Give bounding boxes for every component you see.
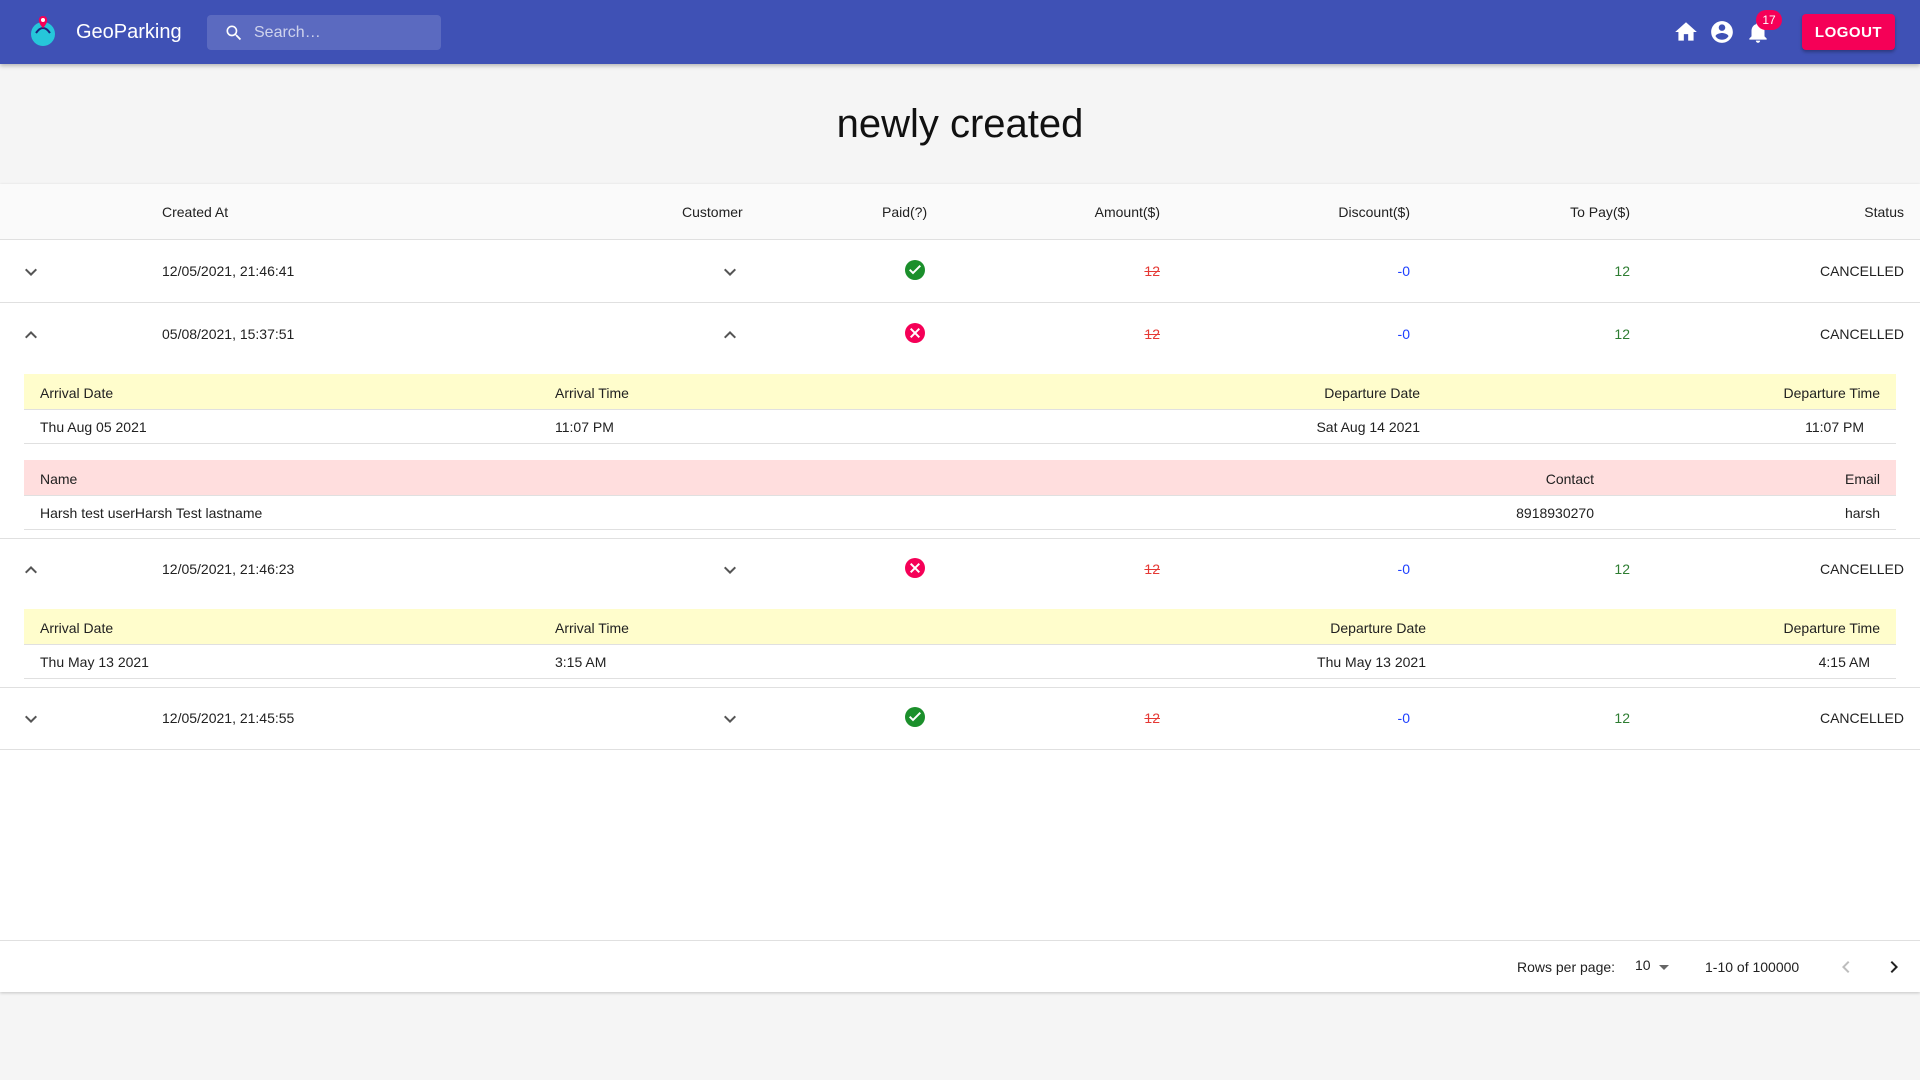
column-header-customer[interactable]: Customer (682, 202, 743, 222)
to-pay-cell: 12 (1614, 561, 1630, 577)
email-header: Email (1844, 471, 1880, 487)
discount-cell: -0 (1397, 263, 1410, 279)
page-title: newly created (836, 102, 1084, 146)
created-at-cell: 12/05/2021, 21:46:41 (162, 263, 295, 279)
column-header-to-pay[interactable]: To Pay($) (1530, 202, 1630, 222)
departure-time-header: Departure Time (1783, 620, 1880, 636)
home-icon[interactable] (1673, 19, 1699, 45)
customer-name-value: Harsh test userHarsh Test lastname (40, 505, 263, 521)
customer-details-table: Name Contact Email Harsh test userHarsh … (24, 460, 1896, 530)
expand-row-chevron-down-icon[interactable] (19, 707, 43, 731)
rows-per-page-value: 10 (1635, 957, 1651, 973)
collapse-row-chevron-up-icon[interactable] (19, 558, 43, 582)
column-header-paid[interactable]: Paid(?) (882, 202, 927, 222)
discount-cell: -0 (1397, 561, 1410, 577)
discount-cell: -0 (1397, 710, 1410, 726)
table-row[interactable]: 12/05/2021, 21:46:23 12 -0 12 CANCELLED (0, 538, 1920, 601)
name-header: Name (40, 471, 78, 487)
search-box (207, 15, 441, 50)
arrival-time-value: 3:15 AM (555, 654, 607, 670)
logout-button[interactable]: LOGOUT (1802, 14, 1895, 50)
parking-pin-logo-icon[interactable] (26, 13, 62, 49)
departure-date-value: Sat Aug 14 2021 (1316, 419, 1420, 435)
customer-chevron-up-icon[interactable] (718, 323, 742, 347)
app-bar: GeoParking 17 LOGOUT (0, 0, 1920, 64)
arrival-date-value: Thu Aug 05 2021 (40, 419, 147, 435)
table-row[interactable]: 05/08/2021, 15:37:51 12 -0 12 CANCELLED (0, 303, 1920, 366)
app-title: GeoParking (76, 21, 182, 43)
arrival-time-header: Arrival Time (555, 620, 629, 636)
amount-cell: 12 (1144, 326, 1160, 342)
column-header-created-at[interactable]: Created At (162, 202, 228, 222)
amount-cell: 12 (1144, 263, 1160, 279)
booking-details-row: Thu May 13 2021 3:15 AM Thu May 13 2021 … (24, 645, 1896, 679)
arrival-time-value: 11:07 PM (555, 419, 614, 435)
status-cell: CANCELLED (1819, 561, 1904, 577)
expand-row-chevron-down-icon[interactable] (19, 260, 43, 284)
orders-table: Created At Customer Paid(?) Amount($) Di… (0, 184, 1920, 992)
search-icon (226, 25, 242, 41)
table-header: Created At Customer Paid(?) Amount($) Di… (0, 184, 1920, 240)
created-at-cell: 05/08/2021, 15:37:51 (162, 326, 295, 342)
to-pay-cell: 12 (1614, 710, 1630, 726)
status-cell: CANCELLED (1819, 326, 1904, 342)
arrival-time-header: Arrival Time (555, 385, 629, 401)
arrival-date-header: Arrival Date (40, 620, 114, 636)
customer-chevron-down-icon[interactable] (718, 260, 742, 284)
previous-page-chevron-left-icon[interactable] (1834, 955, 1858, 979)
created-at-cell: 12/05/2021, 21:45:55 (162, 710, 295, 726)
rows-per-page-label: Rows per page: (1517, 959, 1616, 975)
departure-date-value: Thu May 13 2021 (1317, 654, 1426, 670)
departure-date-header: Departure Date (1324, 385, 1420, 401)
column-header-status[interactable]: Status (1800, 202, 1904, 222)
booking-details-row: Thu Aug 05 2021 11:07 PM Sat Aug 14 2021… (24, 410, 1896, 444)
to-pay-cell: 12 (1614, 326, 1630, 342)
dropdown-arrow-icon (1659, 965, 1669, 970)
departure-time-value: 11:07 PM (1805, 419, 1864, 435)
booking-details-header: Arrival Date Arrival Time Departure Date… (24, 374, 1896, 410)
booking-details-table: Arrival Date Arrival Time Departure Date… (24, 609, 1896, 679)
to-pay-cell: 12 (1614, 263, 1630, 279)
amount-cell: 12 (1144, 710, 1160, 726)
customer-chevron-down-icon[interactable] (718, 558, 742, 582)
departure-time-value: 4:15 AM (1818, 654, 1870, 670)
column-header-amount[interactable]: Amount($) (1060, 202, 1160, 222)
amount-cell: 12 (1144, 561, 1160, 577)
rows-per-page-select[interactable]: 10 (1632, 955, 1676, 979)
departure-date-header: Departure Date (1330, 620, 1426, 636)
table-row[interactable]: 12/05/2021, 21:46:41 12 -0 12 CANCELLED (0, 240, 1920, 303)
column-header-discount[interactable]: Discount($) (1290, 202, 1410, 222)
customer-details-header: Name Contact Email (24, 460, 1896, 496)
table-row[interactable]: 12/05/2021, 21:45:55 12 -0 12 CANCELLED (0, 687, 1920, 750)
customer-contact-value: 8918930270 (1516, 505, 1594, 521)
unpaid-cancel-circle-icon (905, 323, 925, 343)
status-cell: CANCELLED (1819, 263, 1904, 279)
paid-check-circle-icon (905, 707, 925, 727)
created-at-cell: 12/05/2021, 21:46:23 (162, 561, 295, 577)
collapse-row-chevron-up-icon[interactable] (19, 323, 43, 347)
pagination-range: 1-10 of 100000 (1705, 959, 1800, 975)
search-input[interactable] (254, 15, 434, 50)
account-circle-icon[interactable] (1709, 19, 1735, 45)
table-pagination: Rows per page: 10 1-10 of 100000 (0, 940, 1920, 992)
departure-time-header: Departure Time (1783, 385, 1880, 401)
unpaid-cancel-circle-icon (905, 558, 925, 578)
booking-details-header: Arrival Date Arrival Time Departure Date… (24, 609, 1896, 645)
arrival-date-header: Arrival Date (40, 385, 114, 401)
customer-details-row: Harsh test userHarsh Test lastname 89189… (24, 496, 1896, 530)
status-cell: CANCELLED (1819, 710, 1904, 726)
customer-chevron-down-icon[interactable] (718, 707, 742, 731)
contact-header: Contact (1545, 471, 1594, 487)
next-page-chevron-right-icon[interactable] (1882, 955, 1906, 979)
booking-details-table: Arrival Date Arrival Time Departure Date… (24, 374, 1896, 444)
arrival-date-value: Thu May 13 2021 (40, 654, 149, 670)
customer-email-value: harsh (1844, 505, 1880, 521)
paid-check-circle-icon (905, 260, 925, 280)
notifications-badge: 17 (1756, 10, 1782, 30)
discount-cell: -0 (1397, 326, 1410, 342)
